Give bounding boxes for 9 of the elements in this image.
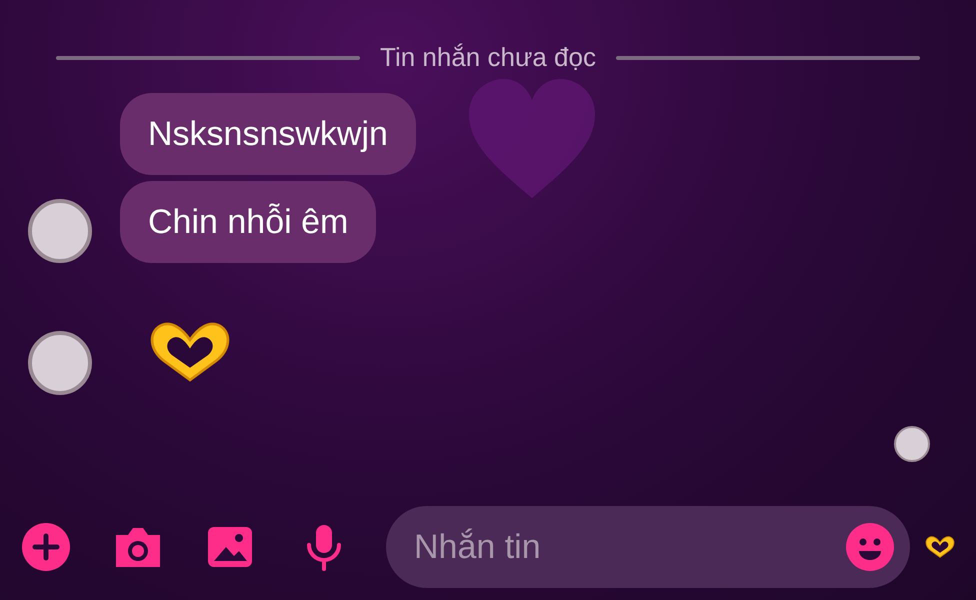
seen-avatar — [894, 426, 930, 462]
emoji-icon[interactable] — [846, 523, 894, 571]
add-button[interactable] — [22, 523, 70, 571]
message-input[interactable]: Nhắn tin — [386, 506, 910, 588]
gallery-button[interactable] — [206, 525, 254, 569]
message-bubble[interactable]: Nsksnsnswkwjn — [120, 93, 416, 175]
unread-divider-label: Tin nhắn chưa đọc — [380, 41, 596, 74]
message-bubble[interactable]: Chin nhỗi êm — [120, 181, 376, 263]
microphone-button[interactable] — [304, 523, 344, 571]
